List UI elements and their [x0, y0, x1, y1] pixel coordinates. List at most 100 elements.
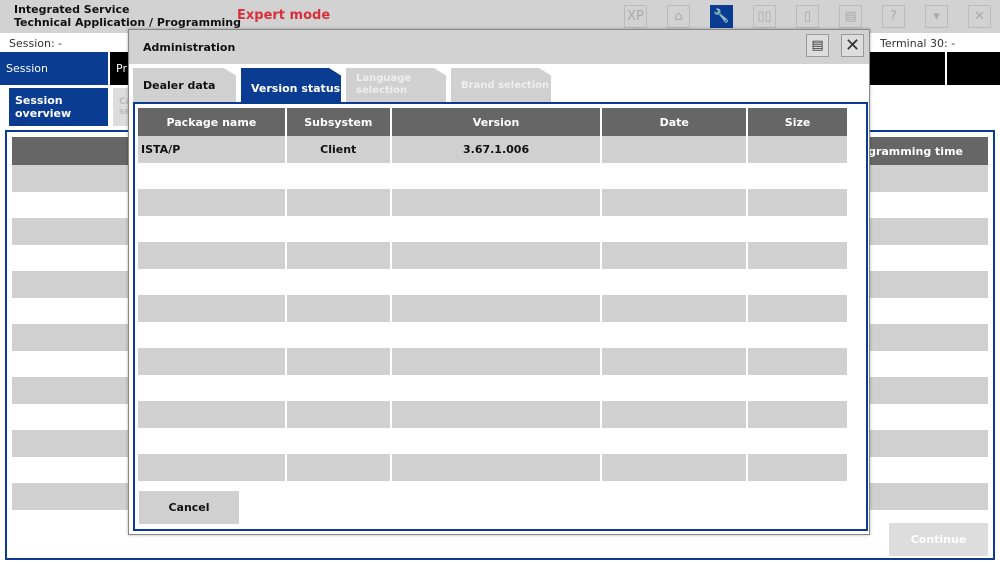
column-header[interactable]: Size — [747, 108, 849, 136]
table-cell — [285, 374, 392, 401]
tab-label: Brand selection — [461, 79, 550, 91]
table-cell — [601, 242, 749, 269]
table-row[interactable]: ISTA/P Client 3.67.1.006 — [138, 136, 849, 163]
continue-button[interactable]: Continue — [889, 523, 988, 556]
app-subtitle: Technical Application / Programming — [14, 16, 242, 29]
tab-label: Version status — [251, 81, 341, 95]
table-cell — [747, 162, 849, 189]
nav-session[interactable]: Session — [0, 52, 108, 85]
close-icon: ✕ — [844, 35, 861, 56]
table-cell — [390, 295, 603, 322]
tab-label: Language selection — [356, 73, 412, 96]
column-header[interactable]: Package name — [138, 108, 287, 136]
table-cell — [747, 136, 849, 163]
nav-extra[interactable] — [947, 52, 1000, 85]
battery-button[interactable]: ▯ — [796, 5, 819, 28]
subtab-session-overview[interactable]: Session overview — [9, 88, 108, 126]
table-row[interactable] — [138, 268, 849, 295]
version-table: Package name Subsystem Version Date Size IST… — [138, 108, 849, 481]
table-cell — [285, 242, 392, 269]
wrench-icon: 🔧 — [713, 9, 730, 24]
table-row[interactable] — [138, 189, 849, 216]
home-icon: ⌂ — [674, 9, 683, 24]
close-button[interactable]: ✕ — [841, 34, 864, 57]
table-cell — [601, 401, 749, 428]
table-row[interactable] — [138, 401, 849, 428]
cancel-button[interactable]: Cancel — [139, 491, 239, 524]
table-cell — [747, 374, 849, 401]
column-header[interactable]: Version — [390, 108, 603, 136]
table-cell — [747, 215, 849, 242]
minimize-button[interactable]: ▾ — [925, 5, 948, 28]
nav-session-label: Session — [6, 62, 48, 75]
table-cell — [390, 427, 603, 454]
nav-programming-label: Pr — [116, 62, 127, 75]
table-cell: Client — [285, 136, 392, 163]
tab-dealer-data[interactable]: Dealer data — [133, 68, 236, 102]
xp-button[interactable]: XP — [624, 5, 647, 28]
table-row[interactable] — [138, 427, 849, 454]
compare-icon: ▯▯ — [757, 9, 772, 24]
table-cell — [285, 189, 392, 216]
table-cell — [747, 401, 849, 428]
table-cell — [285, 401, 392, 428]
tab-brand-selection[interactable]: Brand selection — [451, 68, 551, 102]
table-cell — [138, 374, 287, 401]
table-cell — [138, 268, 287, 295]
table-cell — [747, 242, 849, 269]
table-cell — [747, 454, 849, 481]
tab-version-status[interactable]: Version status — [241, 68, 341, 102]
table-cell — [138, 427, 287, 454]
expert-mode-label: Expert mode — [237, 8, 331, 23]
table-cell — [601, 136, 749, 163]
column-header[interactable]: Date — [601, 108, 749, 136]
table-cell — [601, 321, 749, 348]
table-cell — [601, 162, 749, 189]
table-cell — [390, 348, 603, 375]
table-cell — [138, 295, 287, 322]
terminal-30-status: Terminal 30: - — [880, 37, 956, 50]
table-cell — [390, 374, 603, 401]
table-cell — [601, 374, 749, 401]
table-row[interactable] — [138, 454, 849, 481]
table-cell — [390, 454, 603, 481]
column-header[interactable]: Subsystem — [285, 108, 392, 136]
table-row[interactable] — [138, 295, 849, 322]
table-cell — [138, 215, 287, 242]
table-cell — [285, 348, 392, 375]
session-status: Session: - — [9, 37, 63, 50]
table-cell — [601, 348, 749, 375]
wrench-button[interactable]: 🔧 — [710, 5, 733, 28]
home-button[interactable]: ⌂ — [667, 5, 690, 28]
table-cell — [601, 295, 749, 322]
table-cell — [390, 401, 603, 428]
printer-button[interactable]: ▤ — [839, 5, 862, 28]
table-cell — [601, 215, 749, 242]
table-cell — [747, 268, 849, 295]
table-cell — [285, 268, 392, 295]
table-cell — [138, 242, 287, 269]
battery-icon: ▯ — [803, 9, 812, 24]
cancel-label: Cancel — [168, 501, 210, 514]
table-row[interactable] — [138, 348, 849, 375]
table-cell — [747, 348, 849, 375]
table-cell: ISTA/P — [138, 136, 287, 163]
table-cell — [285, 427, 392, 454]
table-row[interactable] — [138, 162, 849, 189]
table-cell — [390, 321, 603, 348]
table-row[interactable] — [138, 215, 849, 242]
compare-button[interactable]: ▯▯ — [753, 5, 776, 28]
close-button[interactable]: ✕ — [968, 5, 991, 28]
table-row[interactable] — [138, 321, 849, 348]
table-row[interactable] — [138, 374, 849, 401]
tab-label: Dealer data — [143, 78, 216, 92]
help-button[interactable]: ? — [882, 5, 905, 28]
table-cell — [601, 189, 749, 216]
table-cell — [601, 454, 749, 481]
subtab-label: Session overview — [15, 94, 72, 120]
table-row[interactable] — [138, 242, 849, 269]
print-button[interactable]: ▤ — [806, 34, 829, 57]
table-cell — [138, 348, 287, 375]
table-cell — [285, 454, 392, 481]
tab-language-selection[interactable]: Language selection — [346, 68, 446, 102]
